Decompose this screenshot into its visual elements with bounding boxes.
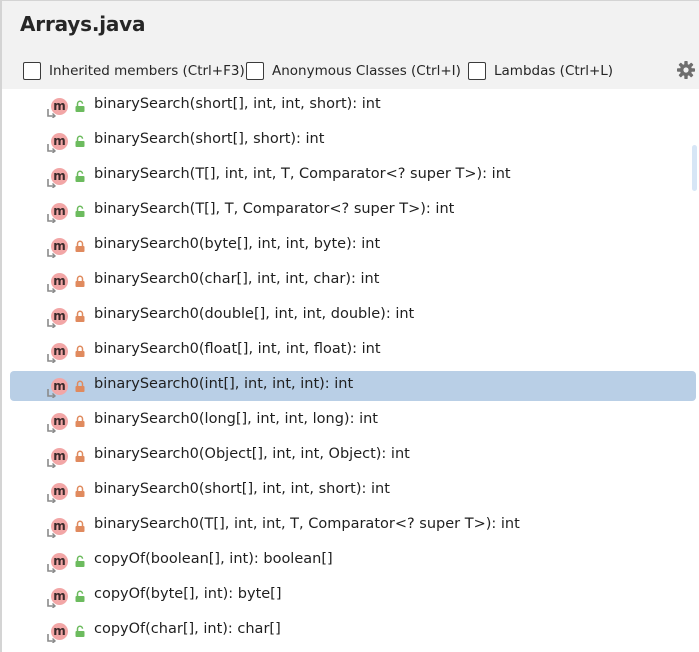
private-lock-icon bbox=[75, 415, 85, 427]
method-icon: m bbox=[47, 273, 68, 293]
member-signature: binarySearch0(short[], int, int, short):… bbox=[94, 481, 390, 497]
public-lock-icon bbox=[75, 590, 85, 602]
method-icon: m bbox=[47, 98, 68, 118]
method-icon: m bbox=[47, 343, 68, 363]
member-signature: binarySearch0(Object[], int, int, Object… bbox=[94, 446, 410, 462]
method-icon: m bbox=[47, 623, 68, 643]
override-arrow-icon bbox=[47, 564, 57, 573]
member-row[interactable]: m binarySearch0(long[], int, int, long): … bbox=[10, 406, 696, 436]
method-icon: m bbox=[47, 168, 68, 188]
member-signature: copyOf(byte[], int): byte[] bbox=[94, 586, 282, 602]
method-icon: m bbox=[47, 588, 68, 608]
member-row[interactable]: m copyOf(char[], int): char[] bbox=[10, 616, 696, 646]
member-signature: binarySearch(T[], int, int, T, Comparato… bbox=[94, 166, 511, 182]
member-row[interactable]: m binarySearch(T[], T, Comparator<? super… bbox=[10, 196, 696, 226]
method-icon: m bbox=[47, 238, 68, 258]
member-row[interactable]: m binarySearch(short[], int, int, short):… bbox=[10, 91, 696, 121]
gear-icon[interactable] bbox=[676, 60, 696, 80]
member-row[interactable]: m binarySearch(short[], short): int bbox=[10, 126, 696, 156]
method-icon: m bbox=[47, 413, 68, 433]
public-lock-icon bbox=[75, 135, 85, 147]
member-signature: binarySearch(T[], T, Comparator<? super … bbox=[94, 201, 455, 217]
override-arrow-icon bbox=[47, 494, 57, 503]
private-lock-icon bbox=[75, 485, 85, 497]
member-row[interactable]: m binarySearch0(float[], int, int, float)… bbox=[10, 336, 696, 366]
member-signature: binarySearch0(char[], int, int, char): i… bbox=[94, 271, 380, 287]
private-lock-icon bbox=[75, 450, 85, 462]
public-lock-icon bbox=[75, 100, 85, 112]
member-row[interactable]: m binarySearch(T[], int, int, T, Comparat… bbox=[10, 161, 696, 191]
override-arrow-icon bbox=[47, 529, 57, 538]
anonymous-classes-checkbox[interactable] bbox=[246, 62, 264, 80]
member-signature: binarySearch(short[], short): int bbox=[94, 131, 325, 147]
method-icon: m bbox=[47, 518, 68, 538]
member-list[interactable]: m binarySearch(short[], int, int, short):… bbox=[2, 89, 699, 652]
override-arrow-icon bbox=[47, 249, 57, 258]
private-lock-icon bbox=[75, 380, 85, 392]
private-lock-icon bbox=[75, 345, 85, 357]
options-bar: Inherited members (Ctrl+F3) Anonymous Cl… bbox=[2, 53, 699, 89]
inherited-members-label: Inherited members (Ctrl+F3) bbox=[49, 63, 245, 79]
scrollbar-thumb[interactable] bbox=[692, 145, 697, 191]
lambdas-option[interactable]: Lambdas (Ctrl+L) bbox=[468, 61, 613, 81]
private-lock-icon bbox=[75, 310, 85, 322]
method-icon: m bbox=[47, 448, 68, 468]
member-row[interactable]: m binarySearch0(char[], int, int, char): … bbox=[10, 266, 696, 296]
member-row[interactable]: m binarySearch0(byte[], int, int, byte): … bbox=[10, 231, 696, 261]
member-row[interactable]: m copyOf(byte[], int): byte[] bbox=[10, 581, 696, 611]
method-icon: m bbox=[47, 553, 68, 573]
override-arrow-icon bbox=[47, 214, 57, 223]
public-lock-icon bbox=[75, 170, 85, 182]
override-arrow-icon bbox=[47, 179, 57, 188]
private-lock-icon bbox=[75, 275, 85, 287]
method-icon: m bbox=[47, 378, 68, 398]
file-title: Arrays.java bbox=[20, 12, 146, 36]
member-signature: copyOf(char[], int): char[] bbox=[94, 621, 281, 637]
override-arrow-icon bbox=[47, 109, 57, 118]
override-arrow-icon bbox=[47, 354, 57, 363]
override-arrow-icon bbox=[47, 389, 57, 398]
override-arrow-icon bbox=[47, 634, 57, 643]
lambdas-label: Lambdas (Ctrl+L) bbox=[494, 63, 614, 79]
override-arrow-icon bbox=[47, 319, 57, 328]
method-icon: m bbox=[47, 133, 68, 153]
inherited-members-checkbox[interactable] bbox=[23, 62, 41, 80]
structure-popup: Arrays.java Inherited members (Ctrl+F3) … bbox=[0, 0, 699, 652]
popup-header: Arrays.java bbox=[2, 1, 699, 53]
member-signature: binarySearch0(float[], int, int, float):… bbox=[94, 341, 381, 357]
anonymous-classes-label: Anonymous Classes (Ctrl+I) bbox=[272, 63, 461, 79]
private-lock-icon bbox=[75, 520, 85, 532]
override-arrow-icon bbox=[47, 459, 57, 468]
override-arrow-icon bbox=[47, 599, 57, 608]
member-row-selected[interactable]: m binarySearch0(int[], int, int, int): in… bbox=[10, 371, 696, 401]
member-row[interactable]: m copyOf(boolean[], int): boolean[] bbox=[10, 546, 696, 576]
member-row[interactable]: m binarySearch0(short[], int, int, short)… bbox=[10, 476, 696, 506]
private-lock-icon bbox=[75, 240, 85, 252]
method-icon: m bbox=[47, 203, 68, 223]
public-lock-icon bbox=[75, 625, 85, 637]
member-row[interactable]: m binarySearch0(Object[], int, int, Objec… bbox=[10, 441, 696, 471]
member-row[interactable]: m binarySearch0(T[], int, int, T, Compara… bbox=[10, 511, 696, 541]
override-arrow-icon bbox=[47, 424, 57, 433]
public-lock-icon bbox=[75, 555, 85, 567]
lambdas-checkbox[interactable] bbox=[468, 62, 486, 80]
inherited-members-option[interactable]: Inherited members (Ctrl+F3) bbox=[23, 61, 245, 81]
member-signature: binarySearch0(byte[], int, int, byte): i… bbox=[94, 236, 381, 252]
member-signature: binarySearch0(long[], int, int, long): i… bbox=[94, 411, 378, 427]
member-signature: binarySearch(short[], int, int, short): … bbox=[94, 96, 381, 112]
member-signature: copyOf(boolean[], int): boolean[] bbox=[94, 551, 333, 567]
method-icon: m bbox=[47, 483, 68, 503]
member-signature: binarySearch0(int[], int, int, int): int bbox=[94, 376, 354, 392]
member-row[interactable]: m binarySearch0(double[], int, int, doubl… bbox=[10, 301, 696, 331]
member-signature: binarySearch0(double[], int, int, double… bbox=[94, 306, 415, 322]
method-icon: m bbox=[47, 308, 68, 328]
override-arrow-icon bbox=[47, 284, 57, 293]
override-arrow-icon bbox=[47, 144, 57, 153]
anonymous-classes-option[interactable]: Anonymous Classes (Ctrl+I) bbox=[246, 61, 461, 81]
member-signature: binarySearch0(T[], int, int, T, Comparat… bbox=[94, 516, 520, 532]
public-lock-icon bbox=[75, 205, 85, 217]
